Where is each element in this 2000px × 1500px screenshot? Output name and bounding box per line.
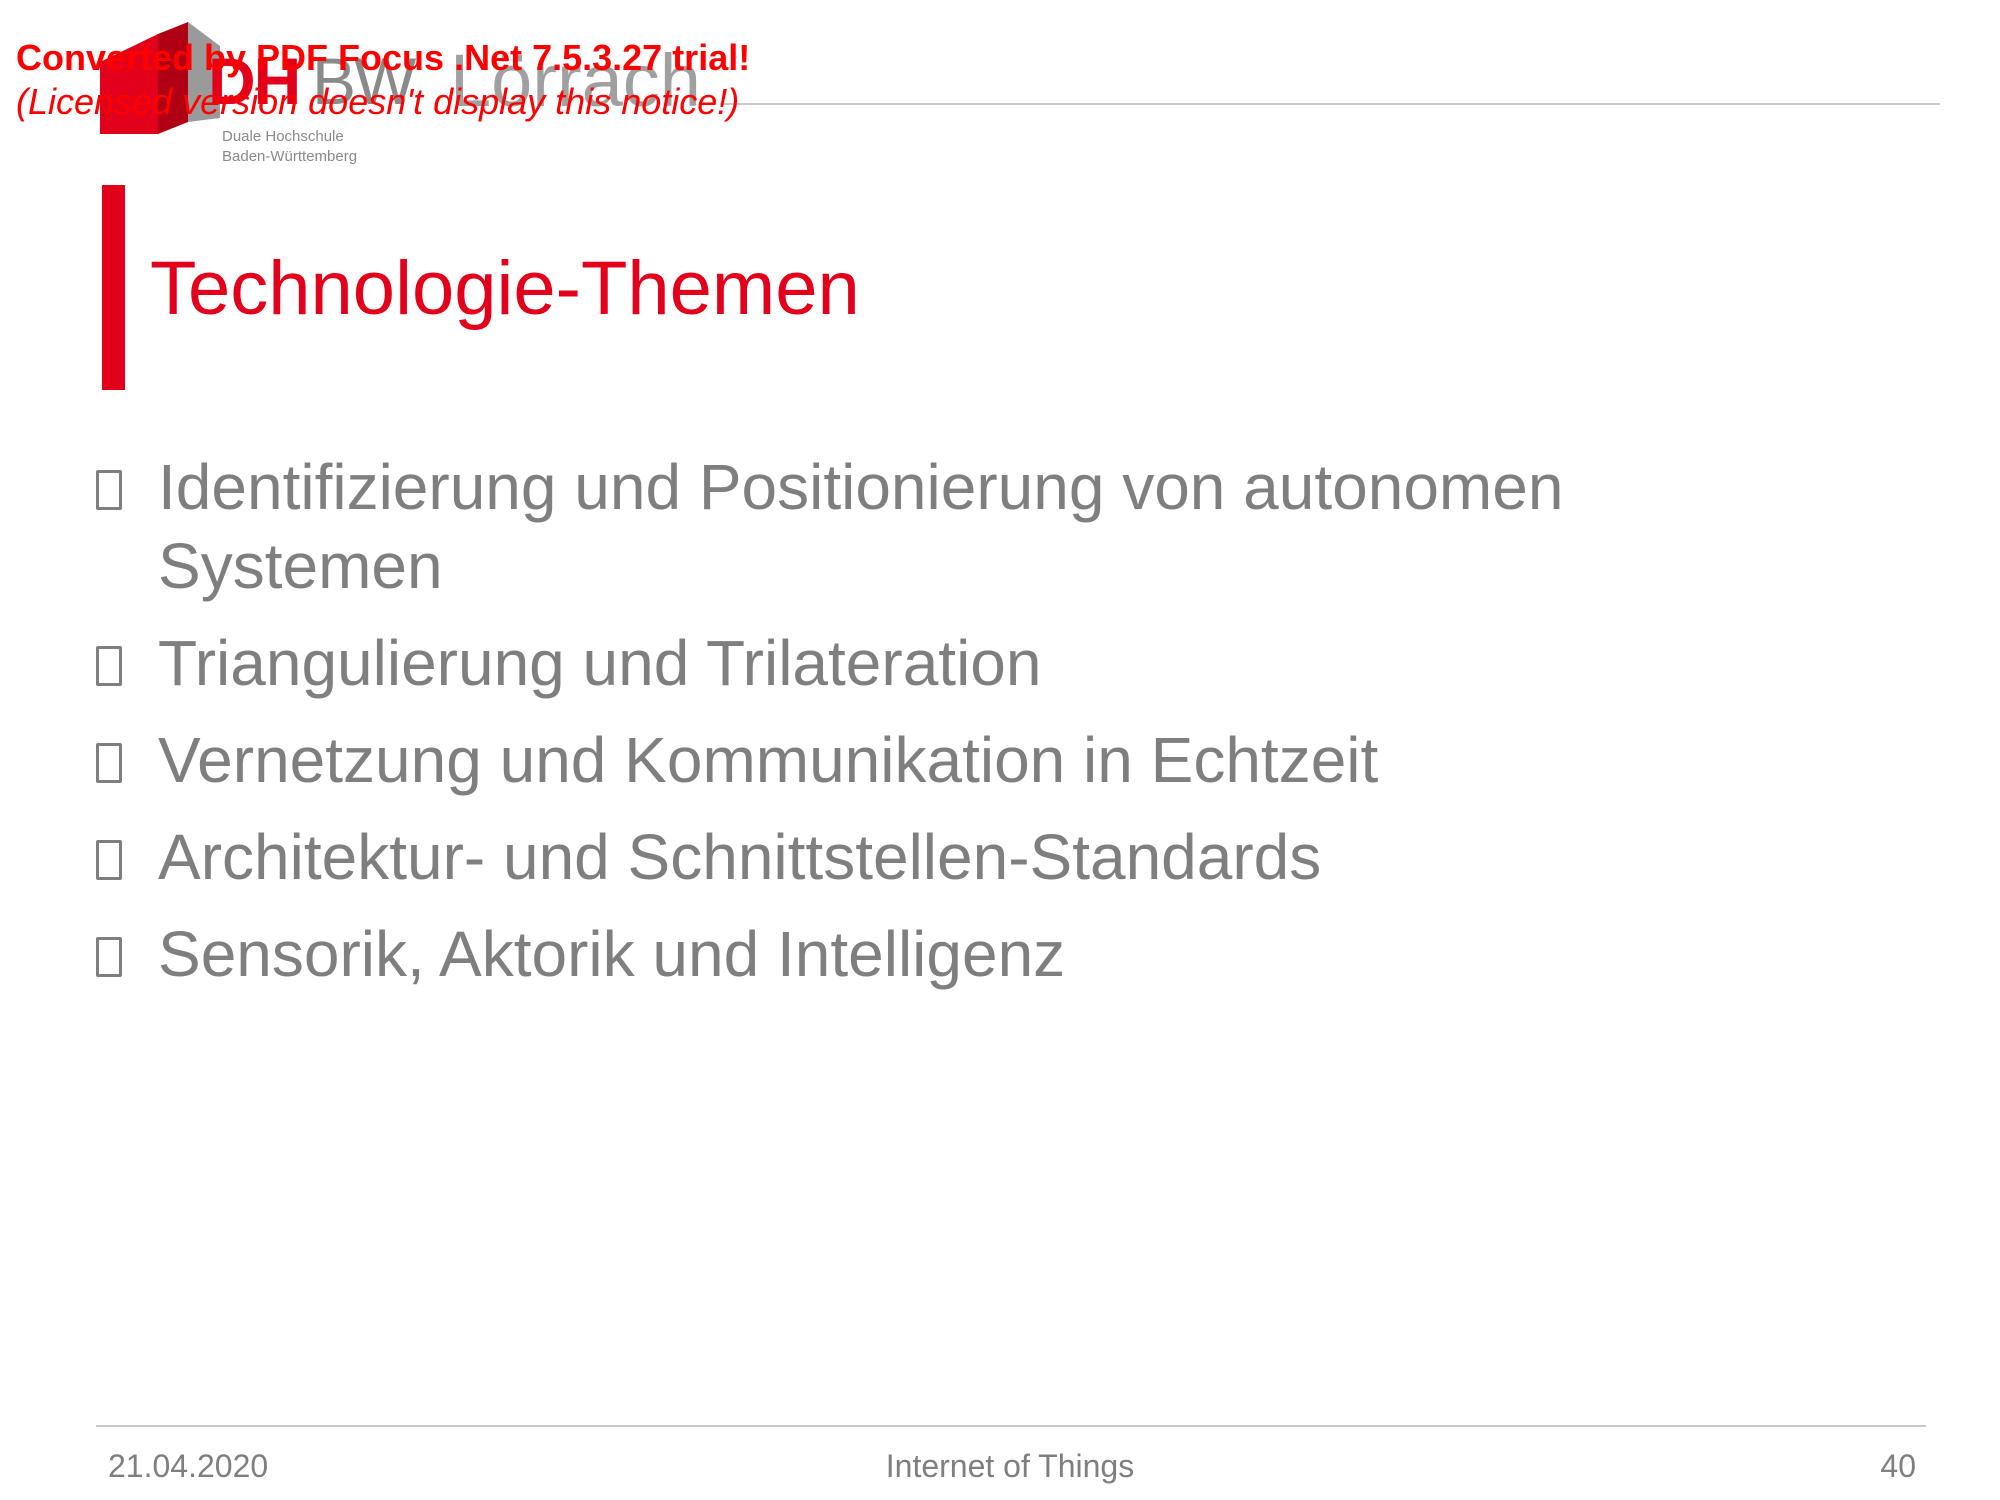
bullet-text: Identifizierung und Positionierung von a… [158, 451, 1564, 602]
bullet-box-icon [96, 937, 122, 977]
bullet-text: Triangulierung und Trilateration [158, 627, 1042, 699]
logo-subtitle-line1: Duale Hochschule [222, 128, 344, 145]
bullet-item: Identifizierung und Positionierung von a… [96, 448, 1696, 606]
trial-notice-line2: (Licensed version doesn't display this n… [16, 81, 740, 122]
bullet-box-icon [96, 646, 122, 686]
footer-title: Internet of Things [885, 1448, 1135, 1484]
bullet-item: Vernetzung und Kommunikation in Echtzeit [96, 721, 1696, 800]
bullet-text: Sensorik, Aktorik und Intelligenz [158, 918, 1066, 990]
bullet-text: Architektur- und Schnittstellen-Standard… [158, 821, 1322, 893]
bullet-text: Vernetzung und Kommunikation in Echtzeit [158, 724, 1379, 796]
bullet-box-icon [96, 840, 122, 880]
bullet-item: Triangulierung und Trilateration [96, 624, 1696, 703]
footer-divider [96, 1425, 1926, 1427]
footer-page-number: 40 [1880, 1448, 1916, 1484]
bullet-item: Architektur- und Schnittstellen-Standard… [96, 818, 1696, 897]
bullet-item: Sensorik, Aktorik und Intelligenz [96, 915, 1696, 994]
header-divider [720, 103, 1940, 105]
title-accent-bar [102, 185, 125, 390]
bullet-box-icon [96, 470, 122, 510]
slide: DH BW Lörrach Duale Hochschule Baden-Wür… [0, 0, 2000, 1500]
bullet-box-icon [96, 743, 122, 783]
bullet-list: Identifizierung und Positionierung von a… [96, 448, 1696, 1012]
logo-subtitle-line2: Baden-Württemberg [222, 148, 358, 165]
slide-title: Technologie-Themen [150, 246, 860, 331]
trial-notice-line1: Converted by PDF Focus .Net 7.5.3.27 tri… [16, 37, 751, 78]
trial-notice: Converted by PDF Focus .Net 7.5.3.27 tri… [16, 36, 750, 124]
